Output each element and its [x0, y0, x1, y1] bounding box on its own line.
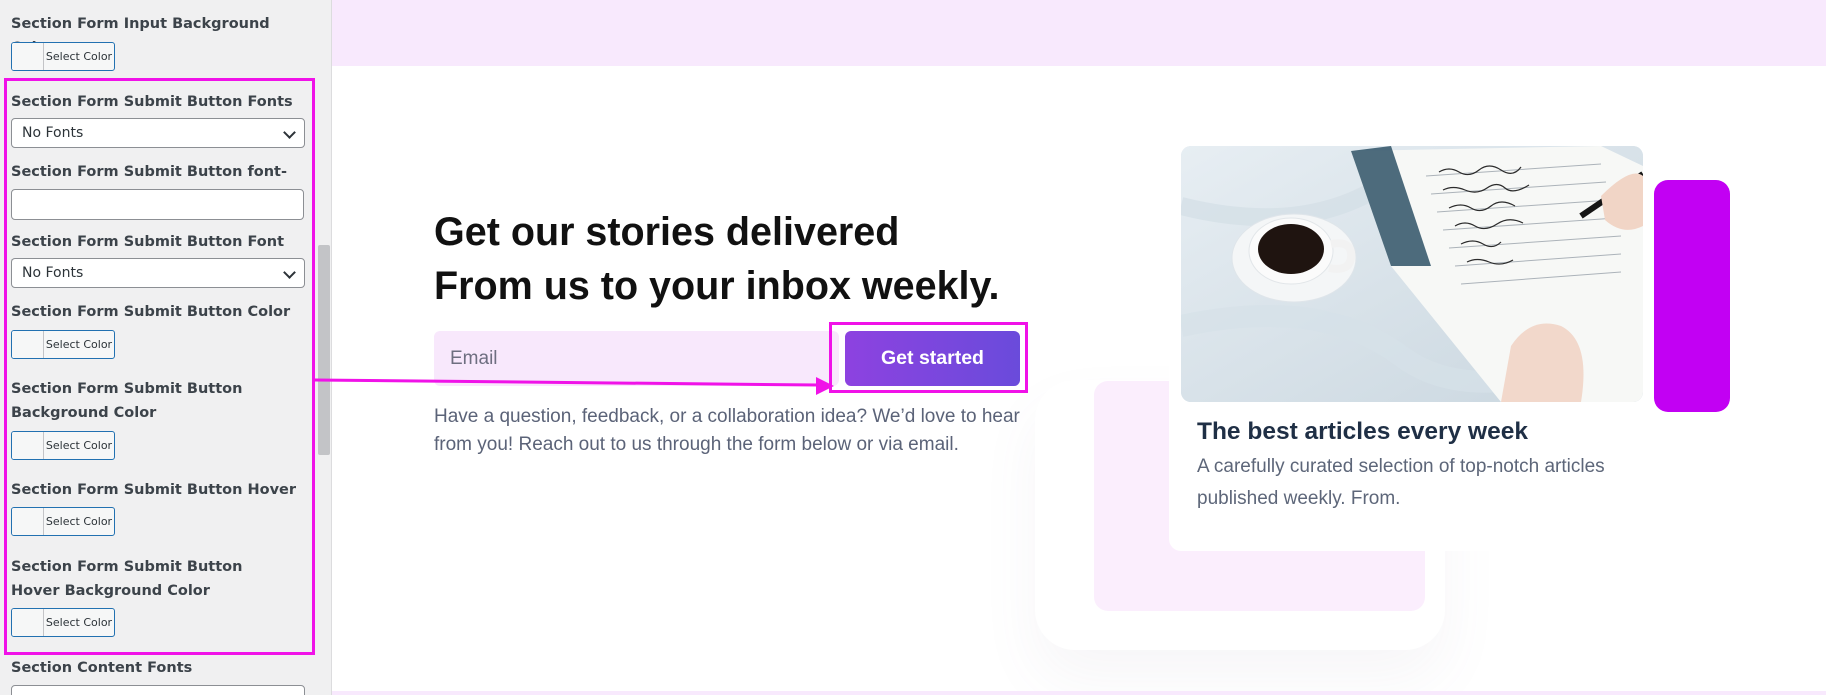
- settings-panel: Section Form Input Background Color Sele…: [0, 0, 332, 695]
- email-field[interactable]: [450, 331, 830, 386]
- preview-top-band: [332, 0, 1826, 66]
- preview-bottom-band: [332, 691, 1826, 695]
- card-photo-illustration: [1181, 146, 1643, 402]
- coffee-and-notebook-image: [1181, 146, 1643, 402]
- setting-label-content-fonts: Section Content Fonts: [11, 660, 193, 676]
- panel-scrollbar[interactable]: [318, 245, 330, 455]
- email-field-wrapper: [434, 331, 839, 386]
- section-description: Have a question, feedback, or a collabor…: [434, 406, 1020, 455]
- color-swatch: [12, 43, 44, 70]
- section-headline: Get our stories delivered From us to you…: [434, 205, 1074, 313]
- headline-line-1: Get our stories delivered: [434, 210, 900, 254]
- card-text: A carefully curated selection of top-not…: [1197, 456, 1605, 509]
- select-color-label: Select Color: [45, 50, 113, 63]
- annotation-highlight-box: [4, 78, 315, 655]
- card-magenta-decoration: [1654, 180, 1730, 412]
- select-color-button-input-bg[interactable]: Select Color: [11, 42, 115, 71]
- card-title: The best articles every week: [1197, 418, 1528, 445]
- get-started-button[interactable]: Get started: [845, 331, 1020, 386]
- headline-line-2: From us to your inbox weekly.: [434, 264, 1000, 308]
- content-fonts-select[interactable]: [11, 685, 305, 695]
